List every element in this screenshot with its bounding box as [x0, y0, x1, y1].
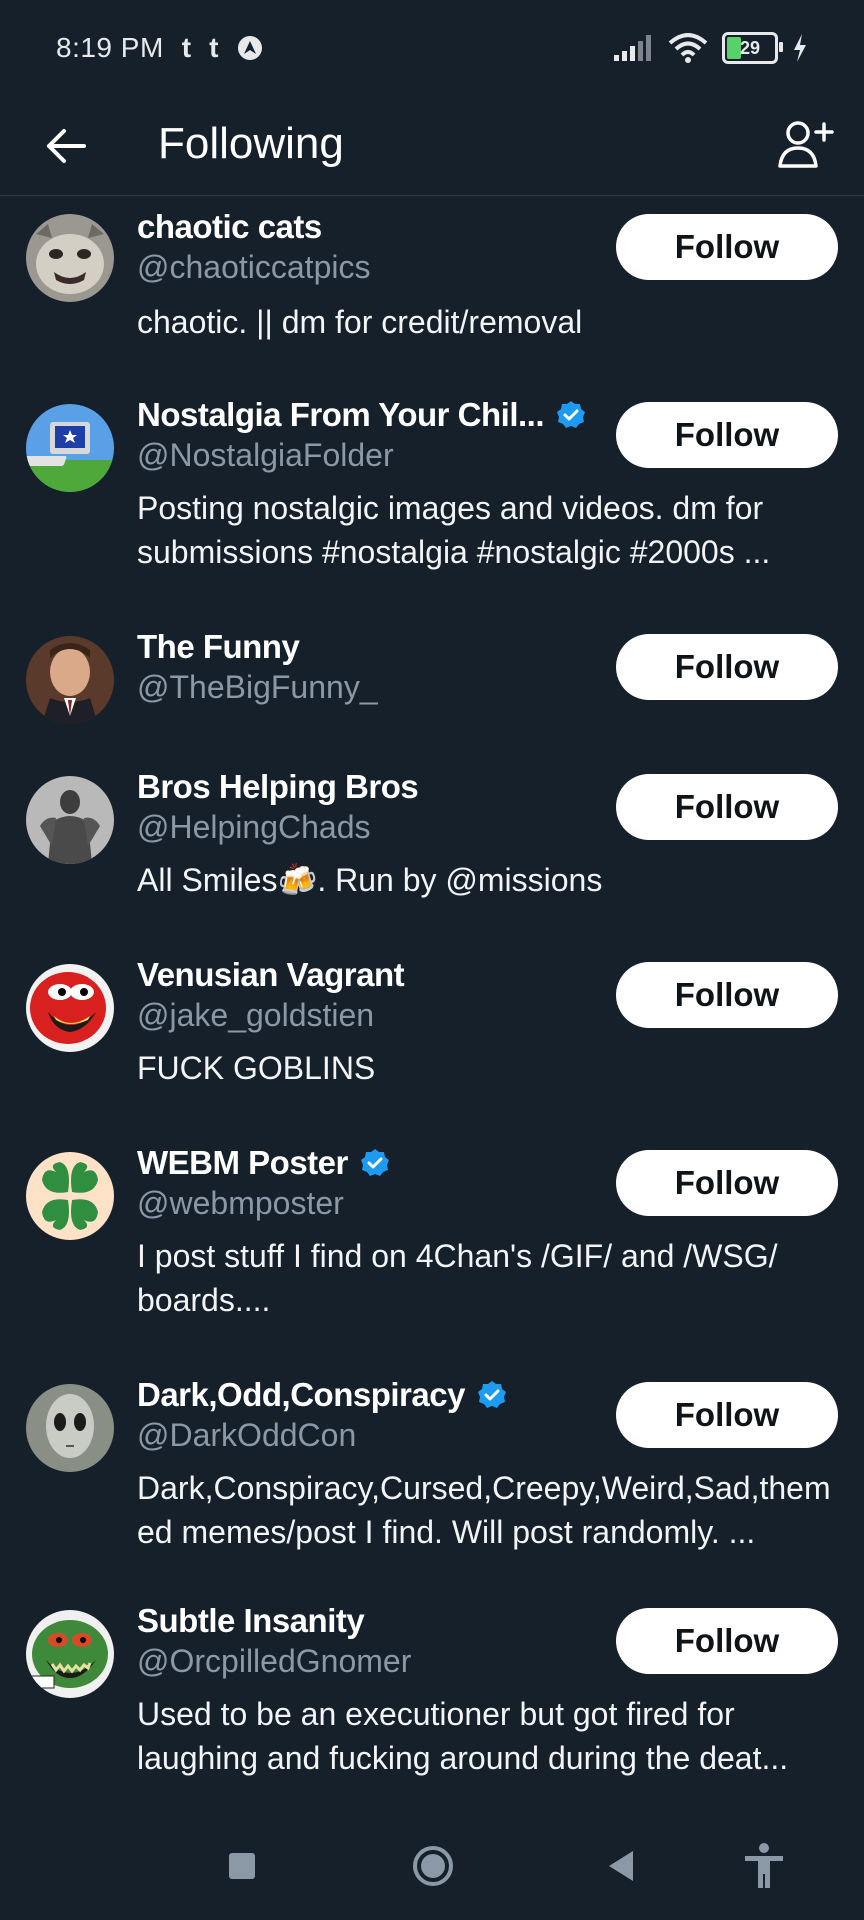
- account-name[interactable]: The Funny: [137, 626, 300, 668]
- follow-button[interactable]: Follow: [616, 1608, 838, 1674]
- account-name[interactable]: Bros Helping Bros: [137, 766, 419, 808]
- follow-button[interactable]: Follow: [616, 1382, 838, 1448]
- top-app-bar: Following: [0, 96, 864, 196]
- account-bio: FUCK GOBLINS: [137, 1050, 376, 1086]
- add-user-button[interactable]: [772, 110, 840, 178]
- follow-button[interactable]: Follow: [616, 962, 838, 1028]
- avatar[interactable]: [26, 1610, 114, 1698]
- status-time: 8:19 PM: [56, 32, 164, 63]
- account-handle[interactable]: @HelpingChads: [137, 806, 371, 848]
- battery-icon: 29: [722, 32, 783, 64]
- avatar[interactable]: [26, 214, 114, 302]
- arrow-left-icon: [47, 129, 86, 163]
- home-button[interactable]: [405, 1838, 461, 1894]
- account-name[interactable]: Subtle Insanity: [137, 1600, 365, 1642]
- name-line: Dark,Odd,Conspiracy: [137, 1374, 507, 1416]
- avatar[interactable]: [26, 964, 114, 1052]
- wifi-icon: [668, 33, 708, 63]
- name-line: chaotic cats: [137, 206, 322, 248]
- account-handle[interactable]: @OrcpilledGnomer: [137, 1640, 411, 1682]
- signal-icon: [614, 35, 651, 61]
- avatar[interactable]: [26, 1384, 114, 1472]
- verified-badge-icon: [557, 401, 585, 428]
- status-right: 29: [614, 32, 808, 64]
- status-bar: 8:19 PM t t 29: [0, 0, 864, 96]
- name-line: Subtle Insanity: [137, 1600, 365, 1642]
- name-line: The Funny: [137, 626, 300, 668]
- account-bio: All Smiles🍻. Run by @missions: [137, 862, 603, 898]
- add-user-icon: [778, 121, 834, 168]
- avatar[interactable]: [26, 1152, 114, 1240]
- page-title: Following: [158, 119, 344, 168]
- name-line: Venusian Vagrant: [137, 954, 405, 996]
- verified-badge-icon: [477, 1381, 506, 1408]
- name-line: Bros Helping Bros: [137, 766, 419, 808]
- avatar[interactable]: [26, 404, 114, 492]
- recents-button[interactable]: [214, 1838, 270, 1894]
- account-handle[interactable]: @TheBigFunny_: [137, 666, 378, 708]
- follow-button[interactable]: Follow: [616, 214, 838, 280]
- name-line: Nostalgia From Your Chil...: [137, 394, 586, 436]
- account-name[interactable]: Nostalgia From Your Chil...: [137, 394, 545, 436]
- battery-level: 29: [739, 37, 761, 58]
- home-circle-icon: [413, 1846, 453, 1886]
- account-bio: Used to be an executioner but got fired …: [137, 1696, 789, 1776]
- follow-button[interactable]: Follow: [616, 634, 838, 700]
- back-triangle-icon: [609, 1851, 633, 1881]
- avatar[interactable]: [26, 776, 114, 864]
- account-bio: I post stuff I find on 4Chan's /GIF/ and…: [137, 1238, 778, 1318]
- account-name[interactable]: chaotic cats: [137, 206, 322, 248]
- account-handle[interactable]: @webmposter: [137, 1182, 344, 1224]
- account-handle[interactable]: @NostalgiaFolder: [137, 434, 394, 476]
- status-left: 8:19 PM t t: [56, 32, 264, 64]
- follow-button[interactable]: Follow: [616, 402, 838, 468]
- app-notification-icon: [238, 36, 263, 60]
- accessibility-button[interactable]: [736, 1838, 792, 1894]
- account-name[interactable]: Venusian Vagrant: [137, 954, 405, 996]
- follow-button[interactable]: Follow: [616, 774, 838, 840]
- charging-icon: [794, 34, 806, 62]
- follow-button[interactable]: Follow: [616, 1150, 838, 1216]
- back-nav-button[interactable]: [592, 1838, 648, 1894]
- back-button[interactable]: [36, 116, 96, 176]
- name-line: WEBM Poster: [137, 1142, 390, 1184]
- account-bio: Dark,Conspiracy,Cursed,Creepy,Weird,Sad,…: [137, 1470, 831, 1550]
- avatar[interactable]: [26, 636, 114, 724]
- verified-badge-icon: [360, 1149, 389, 1176]
- account-name[interactable]: Dark,Odd,Conspiracy: [137, 1374, 465, 1416]
- account-bio: chaotic. || dm for credit/removal: [137, 304, 583, 340]
- tumblr-notification-icon: t: [181, 32, 192, 63]
- recents-square-icon: [229, 1853, 255, 1879]
- account-handle[interactable]: @chaoticcatpics: [137, 246, 370, 288]
- account-handle[interactable]: @DarkOddCon: [137, 1414, 356, 1456]
- account-bio: Posting nostalgic images and videos. dm …: [137, 490, 771, 570]
- tumblr-notification-icon: t: [209, 32, 219, 63]
- accessibility-icon: [745, 1843, 783, 1888]
- system-nav-bar: [0, 1810, 864, 1920]
- account-handle[interactable]: @jake_goldstien: [137, 994, 374, 1036]
- account-name[interactable]: WEBM Poster: [137, 1142, 348, 1184]
